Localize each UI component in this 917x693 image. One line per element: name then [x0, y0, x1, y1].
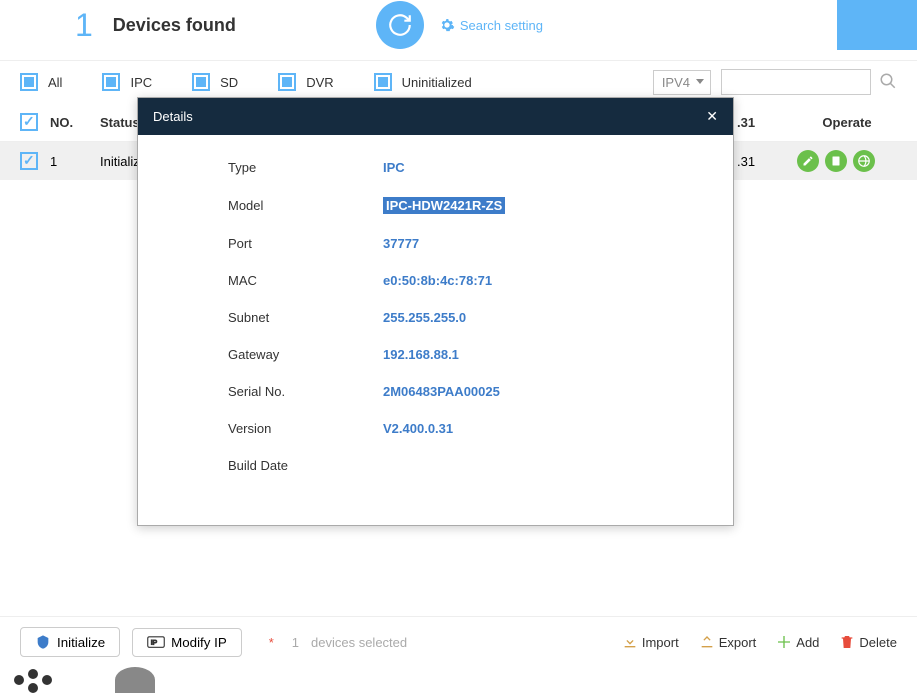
- label-port: Port: [228, 236, 383, 251]
- close-icon[interactable]: ✕: [706, 108, 718, 125]
- modal-header: Details ✕: [138, 98, 733, 135]
- web-icon[interactable]: [853, 150, 875, 172]
- search-button[interactable]: [879, 72, 897, 93]
- label-serial: Serial No.: [228, 384, 383, 399]
- filter-uninit-label: Uninitialized: [402, 75, 472, 90]
- ipv-label: IPV4: [662, 75, 690, 90]
- footer-bar: Initialize IP Modify IP * 1 devices sele…: [0, 616, 917, 667]
- value-subnet: 255.255.255.0: [383, 310, 466, 325]
- filter-sd[interactable]: SD: [192, 73, 238, 91]
- svg-text:IP: IP: [151, 639, 158, 646]
- value-gateway: 192.168.88.1: [383, 347, 459, 362]
- info-icon[interactable]: [825, 150, 847, 172]
- checkbox-icon: [374, 73, 392, 91]
- trash-icon: [839, 634, 855, 650]
- col-end: .31: [737, 115, 797, 130]
- value-type: IPC: [383, 160, 405, 175]
- delete-label: Delete: [859, 635, 897, 650]
- modify-ip-button[interactable]: IP Modify IP: [132, 628, 242, 657]
- search-icon: [879, 72, 897, 90]
- add-button[interactable]: Add: [776, 634, 819, 650]
- value-serial: 2M06483PAA00025: [383, 384, 500, 399]
- export-button[interactable]: Export: [699, 634, 757, 650]
- dots-decoration: [10, 667, 50, 693]
- delete-button[interactable]: Delete: [839, 634, 897, 650]
- col-operate: Operate: [797, 115, 897, 130]
- filter-dvr[interactable]: DVR: [278, 73, 333, 91]
- export-icon: [699, 634, 715, 650]
- grey-decoration: [115, 667, 155, 693]
- import-icon: [622, 634, 638, 650]
- import-button[interactable]: Import: [622, 634, 679, 650]
- select-all-checkbox[interactable]: [20, 113, 38, 131]
- filter-ipc-label: IPC: [130, 75, 152, 90]
- label-subnet: Subnet: [228, 310, 383, 325]
- shield-icon: [35, 634, 51, 650]
- value-mac: e0:50:8b:4c:78:71: [383, 273, 492, 288]
- label-gateway: Gateway: [228, 347, 383, 362]
- device-count: 1: [75, 7, 93, 44]
- filter-dvr-label: DVR: [306, 75, 333, 90]
- ipv-select[interactable]: IPV4: [653, 70, 711, 95]
- row-operate: [797, 150, 897, 172]
- value-model[interactable]: IPC-HDW2421R-ZS: [383, 197, 505, 214]
- label-mac: MAC: [228, 273, 383, 288]
- plus-icon: [776, 634, 792, 650]
- ip-icon: IP: [147, 635, 165, 649]
- bottom-strip: [0, 667, 155, 693]
- filter-uninit[interactable]: Uninitialized: [374, 73, 472, 91]
- refresh-button[interactable]: [376, 1, 424, 49]
- search-setting-label: Search setting: [460, 18, 543, 33]
- row-checkbox[interactable]: [20, 152, 38, 170]
- value-port: 37777: [383, 236, 419, 251]
- label-version: Version: [228, 421, 383, 436]
- label-model: Model: [228, 198, 383, 213]
- details-modal: Details ✕ TypeIPC ModelIPC-HDW2421R-ZS P…: [137, 97, 734, 526]
- checkbox-icon: [20, 73, 38, 91]
- header-tab[interactable]: [837, 0, 917, 50]
- selected-label: devices selected: [311, 635, 407, 650]
- initialize-button[interactable]: Initialize: [20, 627, 120, 657]
- import-label: Import: [642, 635, 679, 650]
- checkbox-icon: [278, 73, 296, 91]
- modal-title: Details: [153, 109, 193, 124]
- filter-sd-label: SD: [220, 75, 238, 90]
- value-version: V2.400.0.31: [383, 421, 453, 436]
- export-label: Export: [719, 635, 757, 650]
- edit-icon[interactable]: [797, 150, 819, 172]
- checkbox-icon: [102, 73, 120, 91]
- search-input[interactable]: [721, 69, 871, 95]
- checkbox-icon: [192, 73, 210, 91]
- label-type: Type: [228, 160, 383, 175]
- label-build: Build Date: [228, 458, 383, 473]
- page-header: 1 Devices found Search setting: [0, 0, 917, 50]
- row-no: 1: [50, 154, 100, 169]
- selected-count: 1: [292, 635, 299, 650]
- filter-all-label: All: [48, 75, 62, 90]
- star-icon: *: [269, 635, 274, 650]
- row-end: .31: [737, 154, 797, 169]
- initialize-label: Initialize: [57, 635, 105, 650]
- modal-body: TypeIPC ModelIPC-HDW2421R-ZS Port37777 M…: [138, 135, 733, 525]
- devices-found-label: Devices found: [113, 15, 236, 36]
- filter-all[interactable]: All: [20, 73, 62, 91]
- add-label: Add: [796, 635, 819, 650]
- search-setting-link[interactable]: Search setting: [439, 17, 543, 33]
- filter-ipc[interactable]: IPC: [102, 73, 152, 91]
- gear-icon: [439, 17, 455, 33]
- refresh-icon: [387, 12, 413, 38]
- modify-label: Modify IP: [171, 635, 227, 650]
- col-no: NO.: [50, 115, 100, 130]
